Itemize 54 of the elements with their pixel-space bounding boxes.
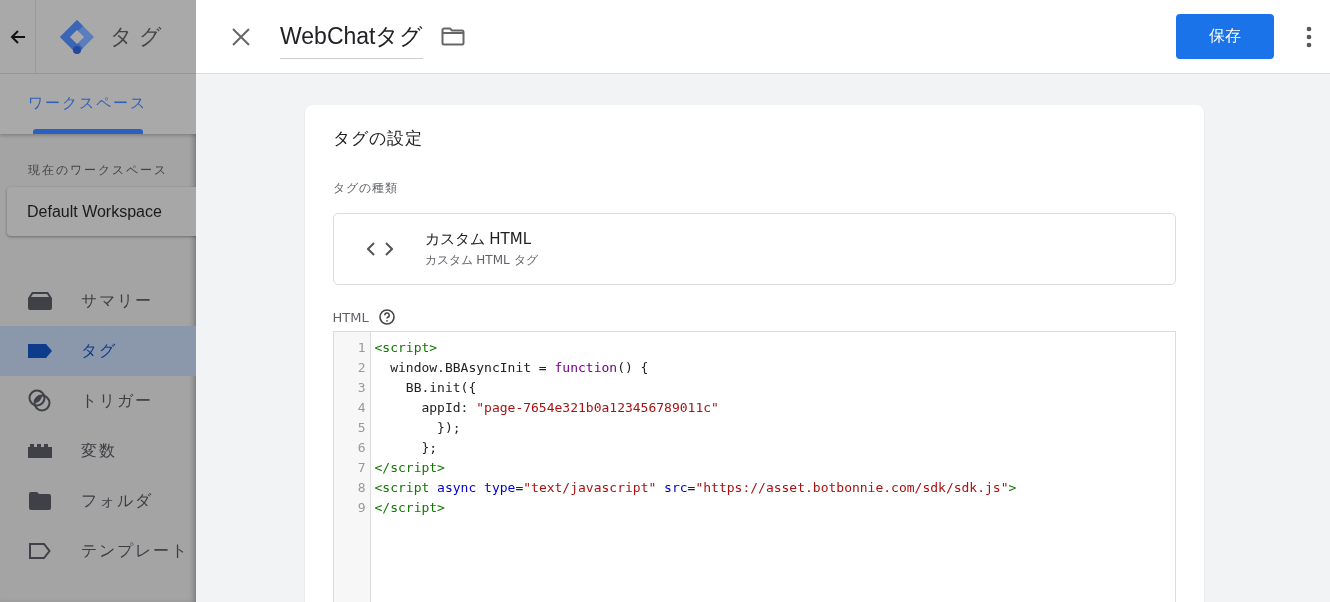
nav-label: トリガー — [81, 390, 153, 412]
folder-icon[interactable] — [441, 26, 466, 47]
line-number: 9 — [356, 499, 367, 517]
tag-type-subtitle: カスタム HTML タグ — [424, 251, 538, 269]
nav-label: サマリー — [81, 290, 153, 312]
blocks-icon — [28, 444, 52, 458]
html-label: HTML — [332, 309, 369, 325]
workspace-label: 現在のワークスペース — [28, 162, 169, 179]
nav-label: フォルダ — [81, 490, 153, 512]
code-line: </script> — [374, 499, 446, 517]
help-icon[interactable] — [378, 309, 395, 325]
code-line: </script> — [374, 459, 446, 477]
code-line: appId: "page-7654e321b0a123456789011c" — [420, 399, 720, 417]
nav-item[interactable]: トリガー — [0, 376, 196, 426]
line-number: 6 — [356, 439, 367, 457]
back-arrow-icon[interactable] — [9, 28, 26, 45]
code-icon — [366, 242, 393, 256]
tag-type-selector[interactable]: カスタム HTML カスタム HTML タグ — [332, 213, 1176, 285]
line-number: 2 — [356, 359, 367, 377]
logo-icon — [58, 17, 96, 56]
code-line: window.BBAsyncInit = function() { — [389, 359, 650, 377]
nav-label: テンプレート — [81, 540, 189, 562]
line-number: 1 — [356, 339, 367, 357]
code-line: BB.init({ — [404, 379, 478, 397]
nav-item[interactable]: テンプレート — [0, 526, 196, 576]
tag-outline-icon — [29, 543, 51, 559]
close-icon[interactable] — [232, 27, 250, 46]
workspace-selector[interactable]: Default Workspace — [7, 187, 196, 236]
save-button[interactable]: 保存 — [1176, 14, 1274, 59]
nav-label: 変数 — [81, 440, 117, 462]
code-line: <script async type="text/javascript" src="https://asset.botbonnie.com/sdk/sdk.js"> — [374, 479, 1017, 497]
tray-icon — [28, 292, 52, 310]
nav-label: タグ — [81, 340, 117, 362]
line-number: 5 — [356, 419, 367, 437]
nav-item[interactable]: フォルダ — [0, 476, 196, 526]
tag-type-label: タグの種類 — [332, 180, 399, 197]
app-title: タグ — [110, 22, 168, 51]
tag-type-name: カスタム HTML — [424, 229, 532, 249]
nav-item[interactable]: 変数 — [0, 426, 196, 476]
line-number: 3 — [356, 379, 367, 397]
line-number: 8 — [356, 479, 367, 497]
line-number: 7 — [356, 459, 367, 477]
nav-item[interactable]: タグ — [0, 326, 196, 376]
more-icon[interactable] — [1306, 25, 1312, 48]
card-title: タグの設定 — [332, 127, 424, 150]
folder-icon — [29, 492, 51, 510]
tag-name-field[interactable]: WebChatタグ — [280, 14, 424, 59]
tag-icon — [28, 344, 52, 358]
code-line: <script> — [374, 339, 439, 357]
code-line: }; — [420, 439, 439, 457]
circles-icon — [28, 389, 52, 413]
line-number: 4 — [356, 399, 367, 417]
nav-item[interactable]: サマリー — [0, 276, 196, 326]
code-line: }); — [436, 419, 462, 437]
